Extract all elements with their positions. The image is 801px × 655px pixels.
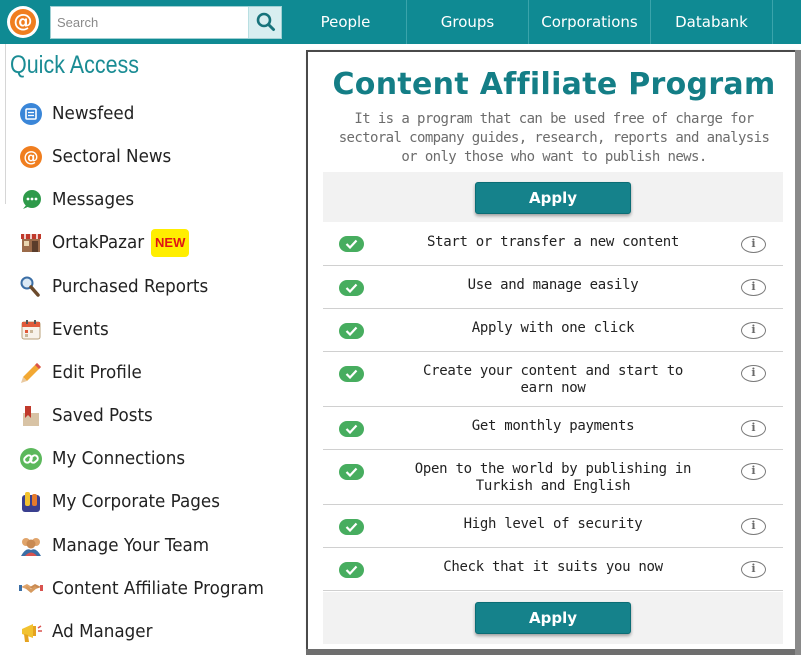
feature-text: High level of security — [463, 516, 643, 532]
feature-text: Start or transfer a new content — [427, 234, 679, 250]
sidebar-item-label: My Corporate Pages — [52, 491, 220, 512]
sidebar-item-my-corporate-pages[interactable]: My Corporate Pages — [18, 482, 298, 522]
feature-text: Get monthly payments — [471, 418, 635, 434]
info-icon[interactable]: i — [741, 279, 766, 296]
info-icon[interactable]: i — [741, 518, 766, 535]
info-icon[interactable]: i — [741, 561, 766, 578]
sidebar-item-saved-posts[interactable]: Saved Posts — [18, 396, 298, 436]
feature-row: Use and manage easily i — [323, 266, 783, 309]
sidebar-item-label: Newsfeed — [52, 103, 135, 124]
sidebar-item-newsfeed[interactable]: Newsfeed — [18, 94, 298, 134]
sidebar-divider — [5, 44, 6, 204]
check-icon — [339, 519, 364, 535]
feature-row: High level of security i — [323, 505, 783, 548]
apply-button-bottom[interactable]: Apply — [475, 602, 631, 634]
sidebar-item-ortakpazar[interactable]: OrtakPazar NEW — [18, 223, 298, 263]
check-icon — [339, 323, 364, 339]
at-sign-logo-icon: @ — [10, 9, 36, 35]
sidebar-item-manage-your-team[interactable]: Manage Your Team — [18, 526, 298, 566]
info-icon[interactable]: i — [741, 236, 766, 253]
search-input[interactable] — [51, 7, 248, 38]
sidebar-item-purchased-reports[interactable]: Purchased Reports — [18, 267, 298, 307]
store-icon — [18, 230, 44, 256]
search-box — [50, 6, 282, 39]
calendar-icon — [18, 317, 44, 343]
apply-button-top[interactable]: Apply — [475, 182, 631, 214]
sectoral-news-icon: @ — [18, 144, 44, 170]
apply-section-bottom: Apply — [323, 592, 783, 644]
check-icon — [339, 562, 364, 578]
feature-row: Open to the world by publishing in Turki… — [323, 450, 783, 505]
feature-row: Check that it suits you now i — [323, 548, 783, 591]
feature-row: Apply with one click i — [323, 309, 783, 352]
sidebar-item-label: Sectoral News — [52, 146, 172, 167]
feature-text: Apply with one click — [471, 320, 635, 336]
sidebar-item-label: Ad Manager — [52, 621, 153, 642]
feature-text-line2: Turkish and English — [475, 478, 631, 494]
info-icon[interactable]: i — [741, 420, 766, 437]
check-icon — [339, 421, 364, 437]
sidebar-item-messages[interactable]: Messages — [18, 180, 298, 220]
newsfeed-icon — [18, 101, 44, 127]
check-icon — [339, 366, 364, 382]
magnifier-report-icon — [18, 274, 44, 300]
feature-row: Start or transfer a new content i — [323, 222, 783, 266]
search-icon — [256, 12, 275, 31]
feature-row: Create your content and start to earn no… — [323, 352, 783, 407]
corporate-icon — [18, 489, 44, 515]
sidebar-item-my-connections[interactable]: My Connections — [18, 439, 298, 479]
info-icon[interactable]: i — [741, 463, 766, 480]
feature-text: Use and manage easily — [467, 277, 639, 293]
info-icon[interactable]: i — [741, 322, 766, 339]
site-logo[interactable]: @ — [7, 6, 39, 38]
search-button[interactable] — [248, 7, 281, 38]
sidebar-item-content-affiliate-program[interactable]: Content Affiliate Program — [18, 569, 298, 609]
feature-text: Create your content and start to — [422, 363, 684, 379]
sidebar-item-label: Saved Posts — [52, 405, 153, 426]
megaphone-icon — [18, 619, 44, 645]
pencil-icon — [18, 360, 44, 386]
sidebar-item-label: Messages — [52, 189, 135, 210]
feature-text: Open to the world by publishing in — [414, 461, 692, 477]
check-icon — [339, 280, 364, 296]
messages-icon — [18, 187, 44, 213]
sidebar-item-label: Content Affiliate Program — [52, 578, 264, 599]
check-icon — [339, 236, 364, 252]
feature-row: Get monthly payments i — [323, 407, 783, 450]
sidebar-item-label: My Connections — [52, 448, 186, 469]
quick-access-title: Quick Access — [10, 51, 140, 79]
sidebar-item-label: Events — [52, 319, 109, 340]
new-badge: NEW — [151, 229, 190, 257]
nav-corporations[interactable]: Corporations — [529, 0, 651, 44]
sidebar-item-label: Purchased Reports — [52, 276, 209, 297]
info-icon[interactable]: i — [741, 365, 766, 382]
feature-text-line2: earn now — [520, 380, 586, 396]
sidebar-item-label: OrtakPazar — [52, 232, 145, 253]
link-icon — [18, 446, 44, 472]
nav-databank[interactable]: Databank — [651, 0, 773, 44]
bookmark-icon — [18, 403, 44, 429]
sidebar-item-ad-manager[interactable]: Ad Manager — [18, 612, 298, 652]
panel-bottom-edge — [306, 649, 797, 655]
sidebar-item-sectoral-news[interactable]: @ Sectoral News — [18, 137, 298, 177]
top-navigation-bar: @ People Groups Corporations Databank — [0, 0, 801, 44]
apply-section-top: Apply — [323, 172, 783, 222]
scrollbar-track[interactable] — [795, 50, 801, 655]
program-description: It is a program that can be used free of… — [338, 111, 770, 165]
check-icon — [339, 464, 364, 480]
main-nav: People Groups Corporations Databank — [285, 0, 773, 44]
sidebar-item-label: Edit Profile — [52, 362, 142, 383]
nav-groups[interactable]: Groups — [407, 0, 529, 44]
svg-text:@: @ — [24, 148, 39, 166]
team-icon — [18, 533, 44, 559]
handshake-icon — [18, 576, 44, 602]
page-title: Content Affiliate Program — [332, 67, 776, 102]
sidebar-item-events[interactable]: Events — [18, 310, 298, 350]
sidebar-item-edit-profile[interactable]: Edit Profile — [18, 353, 298, 393]
feature-text: Check that it suits you now — [443, 559, 663, 575]
nav-people[interactable]: People — [285, 0, 407, 44]
sidebar-item-label: Manage Your Team — [52, 535, 210, 556]
